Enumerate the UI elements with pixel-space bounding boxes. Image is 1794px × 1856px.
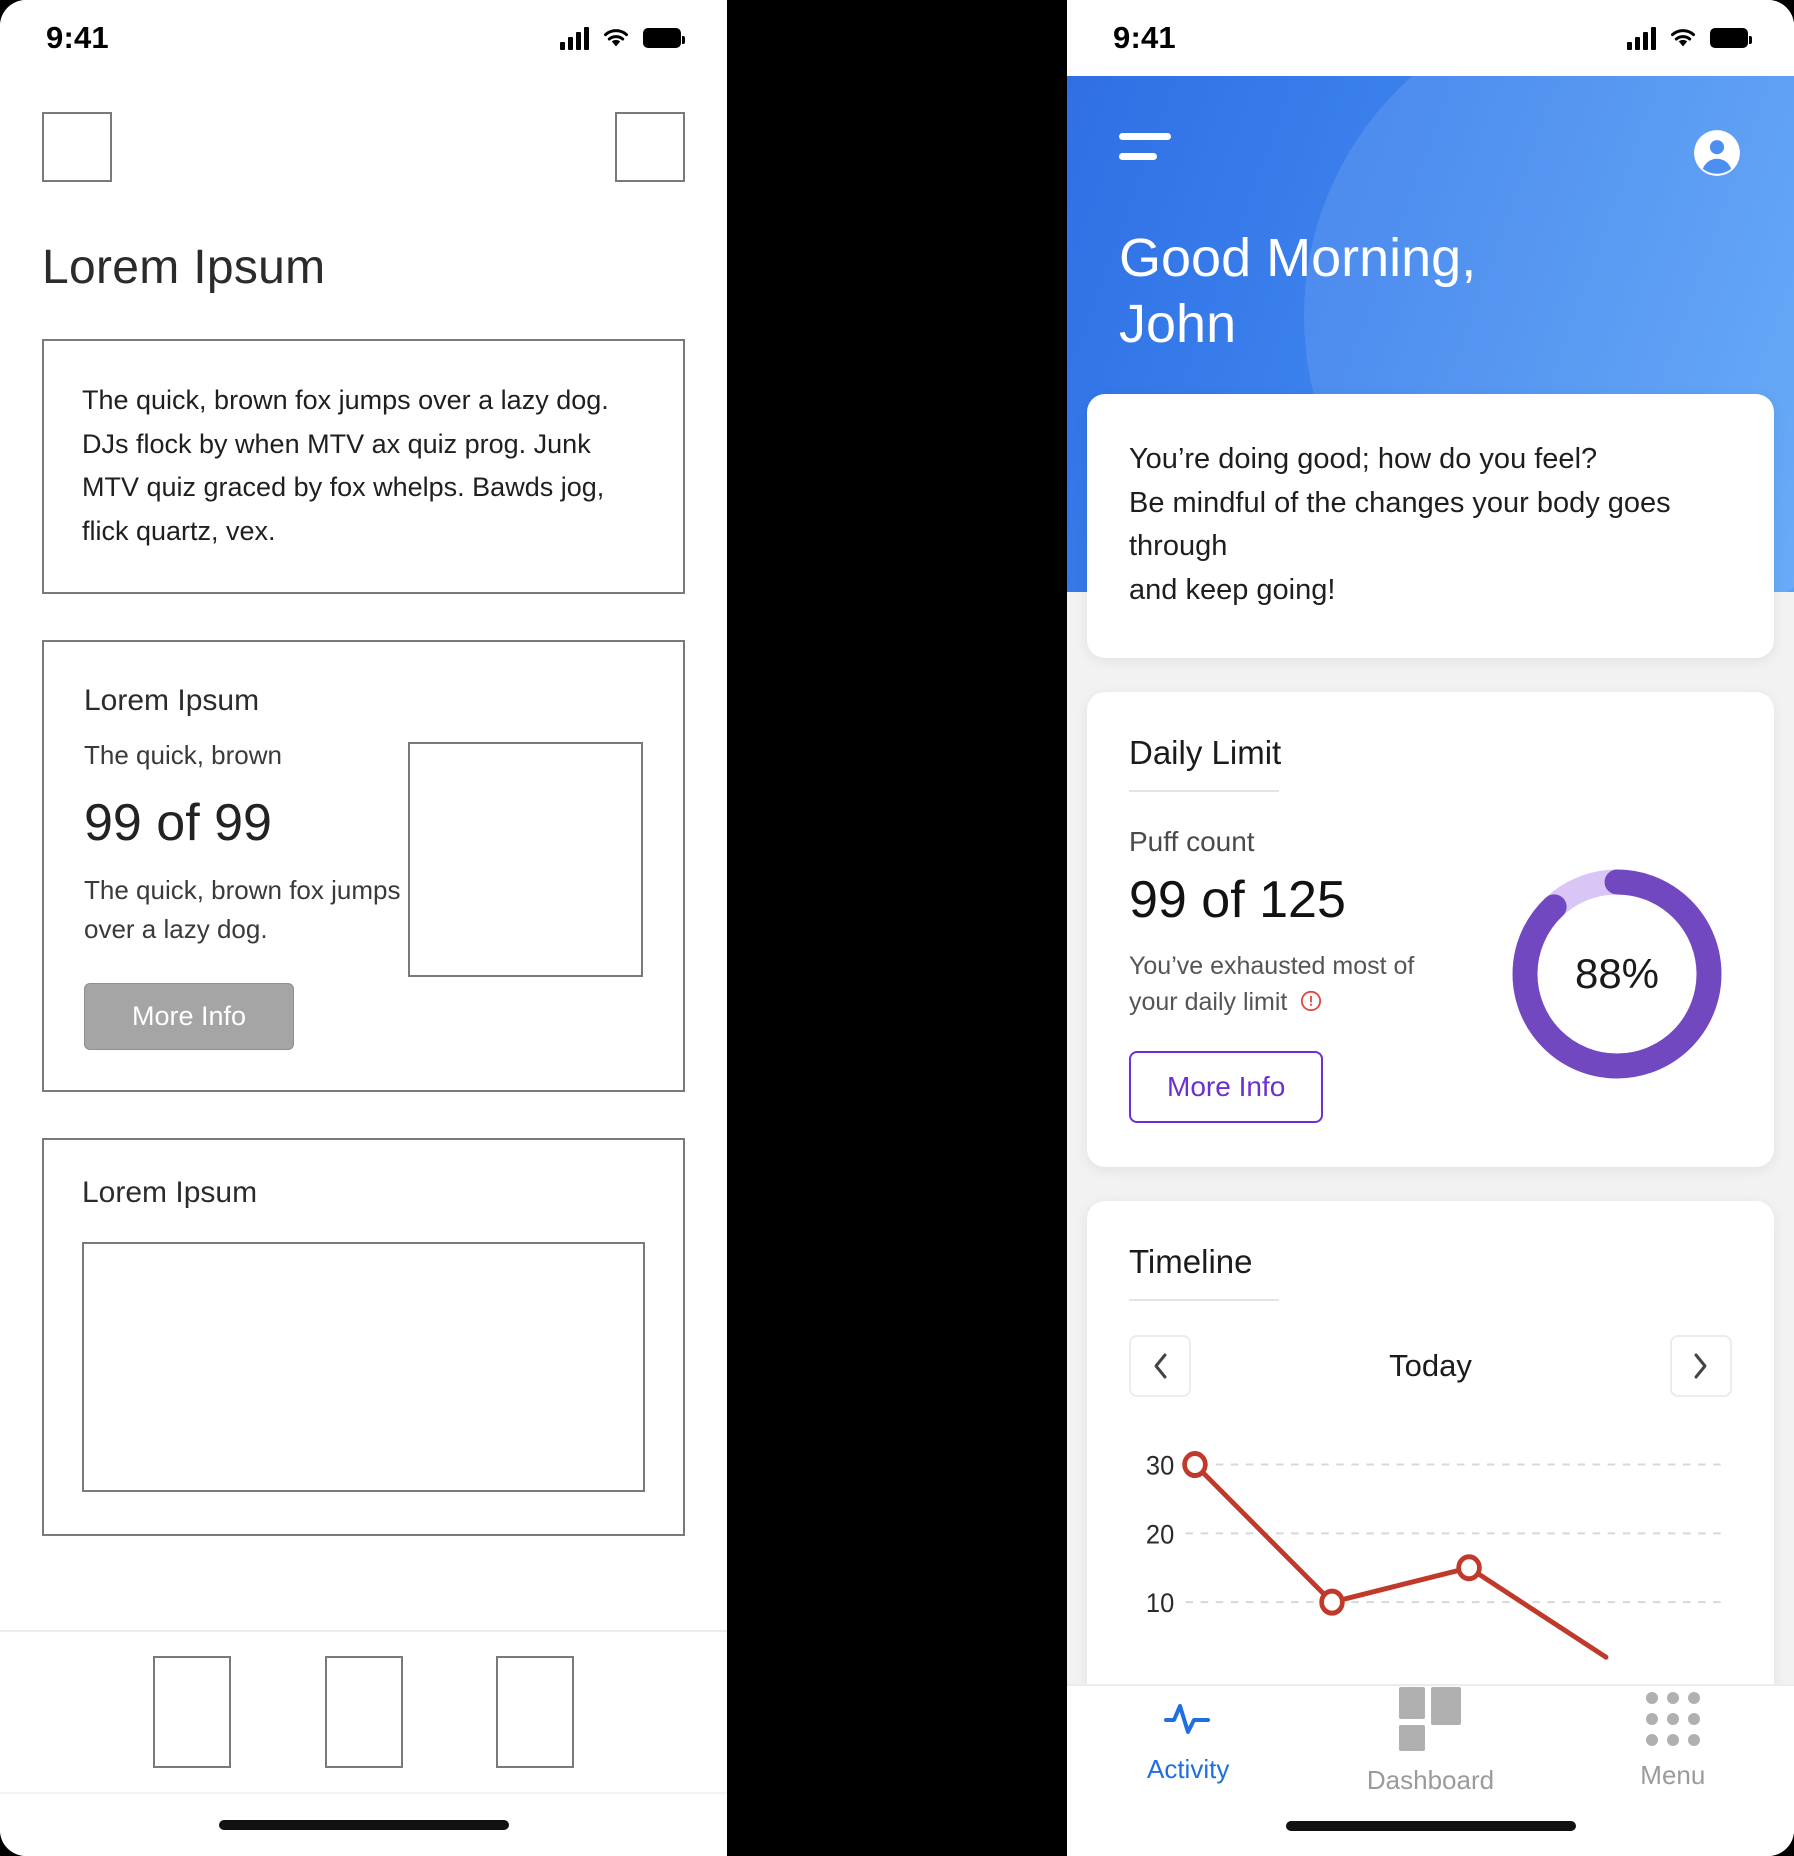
daily-limit-donut-chart: 88% xyxy=(1502,859,1732,1089)
donut-percent-label: 88% xyxy=(1574,950,1660,998)
daily-limit-card: Daily Limit Puff count 99 of 125 You’ve … xyxy=(1087,692,1774,1167)
tab-placeholder-2[interactable] xyxy=(324,1656,403,1768)
daily-limit-stats: Puff count 99 of 125 You’ve exhausted mo… xyxy=(1129,826,1467,1123)
status-icon-group xyxy=(560,26,685,50)
home-indicator-area-right xyxy=(1067,1796,1794,1856)
status-time: 9:41 xyxy=(46,20,109,55)
secondary-card-content-placeholder xyxy=(82,1241,645,1492)
metric-card-image-placeholder xyxy=(408,741,643,977)
metric-card: Lorem Ipsum The quick, brown 99 of 99 Th… xyxy=(42,639,685,1092)
scroll-content[interactable]: You’re doing good; how do you feel? Be m… xyxy=(1067,76,1794,1732)
header-right-placeholder[interactable] xyxy=(615,112,685,182)
more-info-button[interactable]: More Info xyxy=(1129,1050,1324,1123)
svg-text:10: 10 xyxy=(1146,1587,1174,1618)
status-icon-group xyxy=(1627,26,1752,50)
wifi-icon xyxy=(1671,29,1695,47)
bottom-nav-label: Menu xyxy=(1640,1759,1706,1790)
wireframe-tab-list xyxy=(0,1632,727,1792)
puff-count-label: Puff count xyxy=(1129,826,1255,857)
metric-card-text: Lorem Ipsum The quick, brown 99 of 99 Th… xyxy=(84,684,408,1050)
home-indicator-area-left xyxy=(0,1792,727,1856)
status-bar-right: 9:41 xyxy=(1067,0,1794,76)
wireframe-tab-bar xyxy=(0,1630,727,1856)
daily-limit-body: Puff count 99 of 125 You’ve exhausted mo… xyxy=(1129,826,1732,1123)
title-divider xyxy=(1129,790,1279,792)
metric-card-description: The quick, brown fox jumps over a lazy d… xyxy=(84,874,401,944)
metric-card-heading: Lorem Ipsum xyxy=(84,683,260,717)
bottom-navigation-bar: Activity Dashboard Menu xyxy=(1067,1684,1794,1856)
limit-note: You’ve exhausted most of your daily limi… xyxy=(1129,948,1467,1021)
status-bar-left: 9:41 xyxy=(0,0,727,76)
timeline-range-label: Today xyxy=(1389,1347,1472,1383)
timeline-line-chart: 10 20 30 xyxy=(1129,1423,1732,1688)
more-info-button[interactable]: More Info xyxy=(84,982,294,1050)
limit-note-line-2: your daily limit xyxy=(1129,988,1288,1017)
tab-placeholder-1[interactable] xyxy=(153,1656,232,1768)
metric-card-value: 99 of 99 xyxy=(84,793,272,852)
home-indicator[interactable] xyxy=(1285,1821,1576,1831)
menu-dots-grid-icon xyxy=(1645,1691,1700,1746)
bottom-nav-label: Activity xyxy=(1146,1753,1230,1784)
warning-circle-icon xyxy=(1301,991,1322,1012)
chevron-left-icon[interactable] xyxy=(1129,1334,1191,1397)
cellular-signal-icon xyxy=(1627,26,1656,50)
status-time: 9:41 xyxy=(1113,20,1176,55)
chevron-right-icon[interactable] xyxy=(1669,1334,1732,1397)
cellular-signal-icon xyxy=(560,26,589,50)
bottom-nav-tabs: Activity Dashboard Menu xyxy=(1067,1686,1794,1796)
bottom-nav-tab-activity[interactable]: Activity xyxy=(1067,1698,1309,1785)
bottom-nav-label: Dashboard xyxy=(1366,1764,1495,1795)
svg-text:30: 30 xyxy=(1146,1449,1174,1480)
secondary-card: Lorem Ipsum xyxy=(42,1137,685,1536)
secondary-card-heading: Lorem Ipsum xyxy=(82,1175,258,1209)
home-indicator[interactable] xyxy=(218,1820,509,1830)
message-line-3: and keep going! xyxy=(1129,573,1336,606)
timeline-range-nav: Today xyxy=(1129,1334,1732,1397)
bottom-nav-tab-menu[interactable]: Menu xyxy=(1552,1691,1794,1791)
encouragement-card: You’re doing good; how do you feel? Be m… xyxy=(1087,394,1774,658)
intro-panel: The quick, brown fox jumps over a lazy d… xyxy=(42,339,685,594)
limit-note-line-1: You’ve exhausted most of xyxy=(1129,952,1415,980)
highfidelity-phone: 9:41 Good Morning, John You’re doing goo… xyxy=(1067,0,1794,1856)
line-chart-svg: 10 20 30 xyxy=(1146,1449,1723,1660)
wireframe-phone: 9:41 Lorem Ipsum The quick, brown fox ju… xyxy=(0,0,727,1856)
two-phone-mockup: 9:41 Lorem Ipsum The quick, brown fox ju… xyxy=(0,0,1794,1856)
timeline-card: Timeline Today 10 20 30 xyxy=(1087,1200,1774,1732)
wireframe-header-row xyxy=(42,112,685,182)
timeline-title: Timeline xyxy=(1129,1242,1253,1280)
title-divider xyxy=(1129,1298,1279,1301)
message-line-1: You’re doing good; how do you feel? xyxy=(1129,443,1598,475)
metric-card-subtitle: The quick, brown xyxy=(84,739,282,770)
message-line-2: Be mindful of the changes your body goes… xyxy=(1129,486,1671,563)
header-left-placeholder[interactable] xyxy=(42,112,112,182)
battery-icon xyxy=(643,28,685,48)
wifi-icon xyxy=(604,29,628,47)
tab-placeholder-3[interactable] xyxy=(495,1656,574,1768)
activity-pulse-icon xyxy=(1164,1703,1211,1734)
app-screen: 9:41 Good Morning, John You’re doing goo… xyxy=(1067,0,1794,1856)
intro-paragraph: The quick, brown fox jumps over a lazy d… xyxy=(82,385,609,547)
hero-offset-spacer xyxy=(1087,76,1774,394)
battery-icon xyxy=(1710,28,1752,48)
puff-count-value: 99 of 125 xyxy=(1129,871,1346,929)
wireframe-content: Lorem Ipsum The quick, brown fox jumps o… xyxy=(0,112,727,1536)
daily-limit-title: Daily Limit xyxy=(1129,734,1282,771)
svg-text:20: 20 xyxy=(1146,1518,1174,1549)
dashboard-grid-icon xyxy=(1399,1686,1462,1751)
bottom-nav-tab-dashboard[interactable]: Dashboard xyxy=(1309,1686,1551,1796)
page-title: Lorem Ipsum xyxy=(42,241,326,294)
